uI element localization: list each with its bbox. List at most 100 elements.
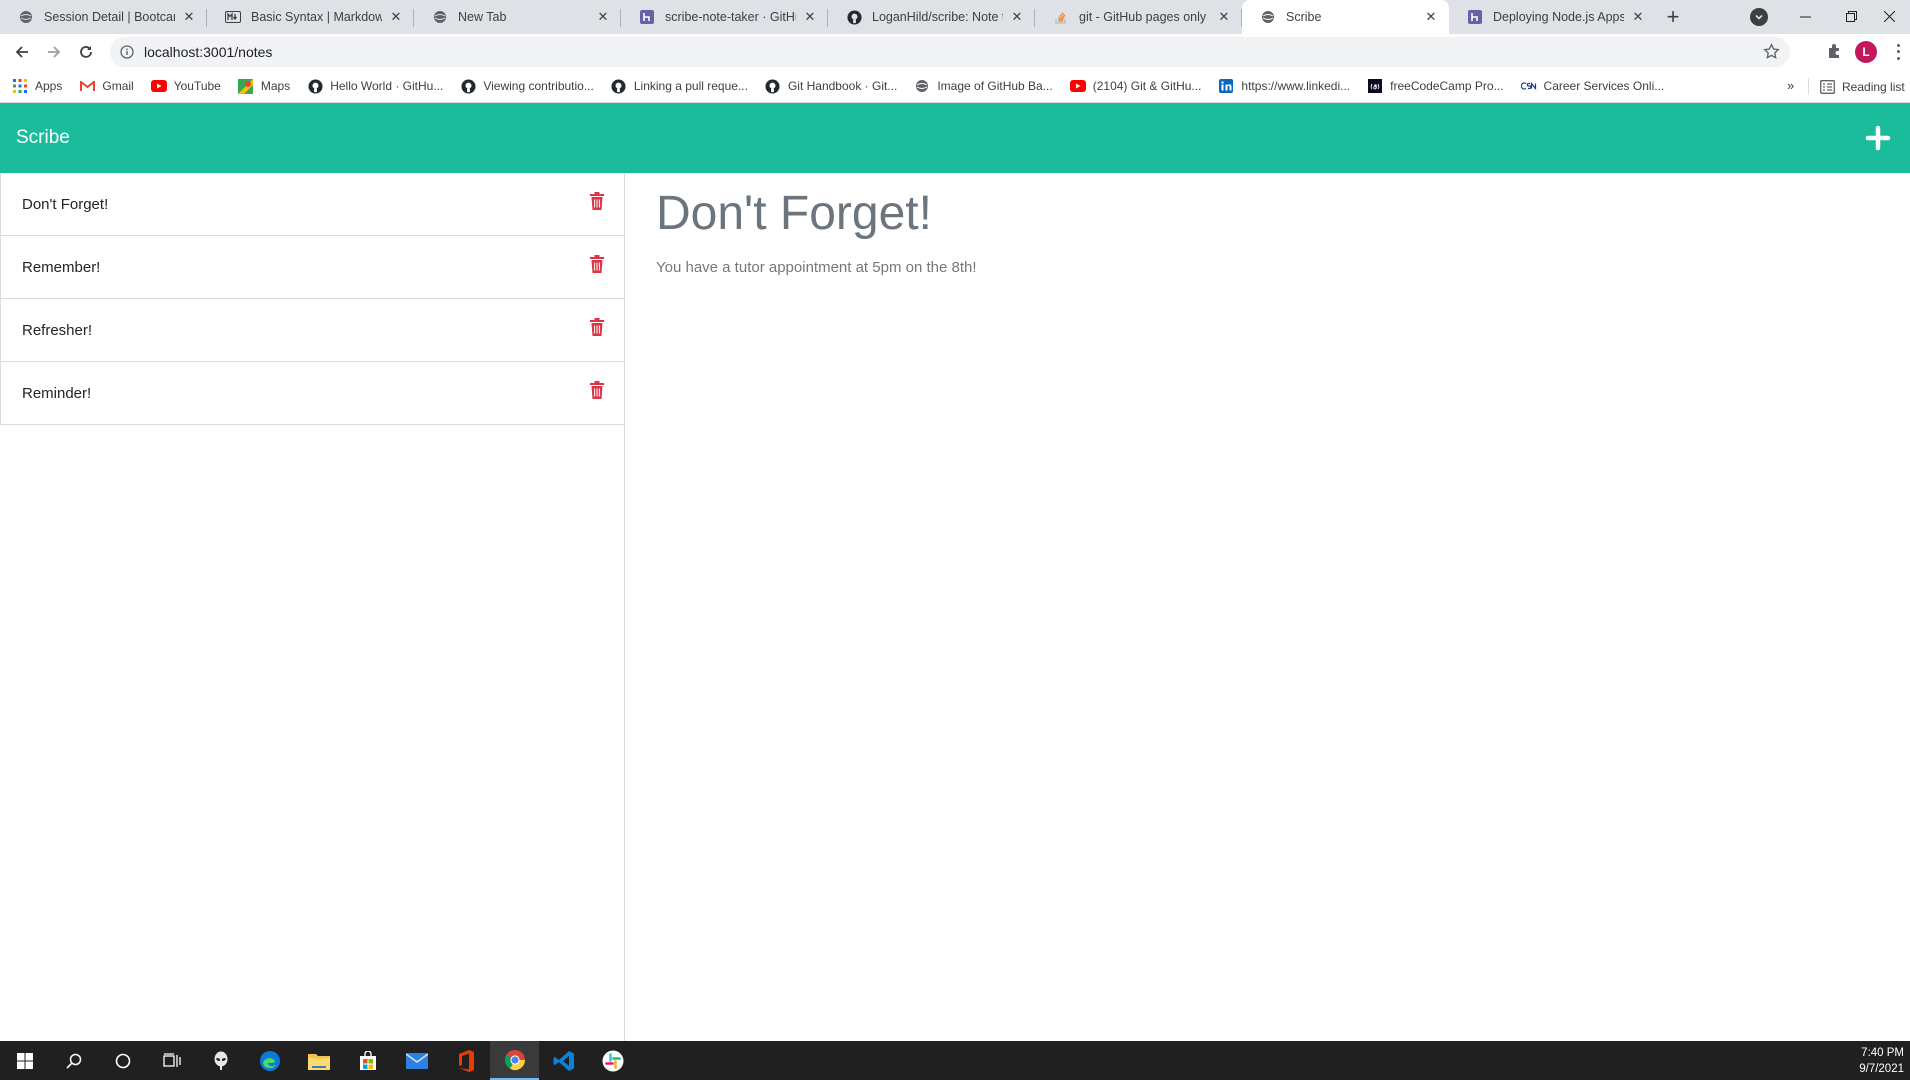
alien-icon	[214, 1051, 227, 1070]
app-title[interactable]: Scribe	[16, 127, 70, 149]
trash-icon[interactable]	[590, 192, 604, 210]
heroku-icon	[1467, 9, 1483, 25]
bookmark-image-github[interactable]: Image of GitHub Ba...	[914, 78, 1053, 94]
tab-strip: Session Detail | Bootcamp Spot ✕ Basic S…	[0, 0, 1910, 34]
note-title: Refresher!	[22, 321, 93, 339]
chevron-double-right-icon[interactable]: »	[1787, 78, 1794, 93]
system-clock[interactable]: 7:40 PM 9/7/2021	[1859, 1045, 1904, 1077]
github-icon	[611, 78, 627, 94]
bookmark-viewing-contributions[interactable]: Viewing contributio...	[460, 78, 594, 94]
close-icon[interactable]: ✕	[1009, 9, 1025, 25]
bookmarks-bar: Apps Gmail YouTube Maps Hello World · Gi…	[0, 70, 1910, 103]
tab-search-button[interactable]	[1750, 8, 1768, 26]
taskbar-app-slack[interactable]	[588, 1041, 637, 1080]
close-icon[interactable]: ✕	[181, 9, 197, 25]
close-icon[interactable]: ✕	[1216, 9, 1232, 25]
store-bag-icon	[359, 1050, 376, 1070]
taskbar-app-vscode[interactable]	[539, 1041, 588, 1080]
bookmark-freecodecamp[interactable]: freeCodeCamp Pro...	[1367, 78, 1504, 94]
note-title: Don't Forget!	[22, 195, 109, 213]
close-icon[interactable]: ✕	[388, 9, 404, 25]
github-icon	[307, 78, 323, 94]
bookmark-maps[interactable]: Maps	[238, 78, 290, 94]
github-icon	[460, 78, 476, 94]
list-item[interactable]: Remember!	[0, 236, 624, 299]
chrome-icon	[504, 1049, 525, 1070]
close-icon[interactable]: ✕	[595, 9, 611, 25]
close-icon[interactable]: ✕	[1423, 9, 1439, 25]
reading-list-button[interactable]: Reading list	[1820, 70, 1905, 103]
forward-button[interactable]	[38, 36, 70, 68]
tab-session-detail[interactable]: Session Detail | Bootcamp Spot ✕	[0, 0, 207, 34]
trash-icon[interactable]	[590, 381, 604, 399]
windows-taskbar: 7:40 PM 9/7/2021	[0, 1041, 1910, 1080]
note-title: Remember!	[22, 258, 101, 276]
plus-icon: +	[1666, 4, 1680, 29]
tab-deploying-node[interactable]: Deploying Node.js Apps on Heroku ✕	[1449, 0, 1656, 34]
taskbar-app-chrome[interactable]	[490, 1041, 539, 1080]
tab-markdown-guide[interactable]: Basic Syntax | Markdown Guide ✕	[207, 0, 414, 34]
list-item[interactable]: Reminder!	[0, 362, 624, 425]
note-title-input[interactable]: Don't Forget!	[656, 185, 1880, 243]
address-bar[interactable]: localhost:3001/notes	[110, 37, 1790, 67]
arrow-left-icon	[15, 46, 28, 58]
reload-button[interactable]	[70, 36, 102, 68]
tab-new-tab[interactable]: New Tab ✕	[414, 0, 621, 34]
taskbar-app-edge[interactable]	[245, 1041, 294, 1080]
list-item[interactable]: Refresher!	[0, 299, 624, 362]
bookmark-hello-world[interactable]: Hello World · GitHu...	[307, 78, 443, 94]
bookmark-label: Image of GitHub Ba...	[937, 79, 1053, 93]
bookmark-gmail[interactable]: Gmail	[79, 78, 134, 94]
note-text-area[interactable]: You have a tutor appointment at 5pm on t…	[656, 259, 1880, 276]
bookmark-apps[interactable]: Apps	[12, 78, 62, 94]
taskbar-app-alien[interactable]	[196, 1041, 245, 1080]
menu-dot	[1896, 57, 1900, 61]
profile-avatar[interactable]: L	[1855, 41, 1877, 63]
bookmark-linkedin[interactable]: https://www.linkedi...	[1218, 78, 1350, 94]
note-editor: Don't Forget! You have a tutor appointme…	[626, 173, 1910, 1041]
minimize-button[interactable]	[1782, 0, 1828, 32]
vscode-icon	[553, 1050, 574, 1071]
close-icon[interactable]: ✕	[1630, 9, 1646, 25]
bookmark-label: (2104) Git & GitHu...	[1092, 79, 1202, 93]
start-button[interactable]	[0, 1041, 49, 1080]
menu-dot	[1896, 50, 1900, 54]
github-icon	[846, 9, 862, 25]
new-tab-button[interactable]: +	[1656, 0, 1690, 34]
bookmark-youtube[interactable]: YouTube	[150, 78, 221, 94]
taskbar-app-file-explorer[interactable]	[294, 1041, 343, 1080]
bookmark-git-handbook[interactable]: Git Handbook · Git...	[765, 78, 897, 94]
tab-scribe[interactable]: Scribe ✕	[1242, 0, 1449, 34]
tab-scribe-note-taker[interactable]: scribe-note-taker · GitHub ✕	[621, 0, 828, 34]
tab-title: New Tab	[458, 10, 507, 24]
cortana-button[interactable]	[98, 1041, 147, 1080]
star-icon[interactable]	[1763, 43, 1780, 60]
taskbar-app-mail[interactable]	[392, 1041, 441, 1080]
browser-toolbar: localhost:3001/notes	[0, 34, 1910, 70]
puzzle-icon[interactable]	[1826, 42, 1844, 60]
list-item[interactable]: Don't Forget!	[0, 173, 624, 236]
close-icon[interactable]: ✕	[802, 9, 818, 25]
trash-icon[interactable]	[590, 318, 604, 336]
search-button[interactable]	[49, 1041, 98, 1080]
browser-menu-button[interactable]	[1893, 42, 1903, 62]
trash-icon[interactable]	[590, 255, 604, 273]
gmail-icon	[79, 78, 95, 94]
github-icon	[765, 78, 781, 94]
taskbar-app-office[interactable]	[441, 1041, 490, 1080]
bookmark-career-services[interactable]: Career Services Onli...	[1520, 78, 1664, 94]
minimize-icon	[1799, 16, 1811, 17]
plus-icon[interactable]	[1864, 124, 1892, 152]
task-view-button[interactable]	[147, 1041, 196, 1080]
reading-list-icon	[1820, 79, 1835, 94]
tab-stackoverflow[interactable]: git - GitHub pages only shows ✕	[1035, 0, 1242, 34]
taskbar-app-store[interactable]	[343, 1041, 392, 1080]
info-icon[interactable]	[118, 43, 136, 61]
globe-icon	[432, 9, 448, 25]
bookmark-git-github-video[interactable]: (2104) Git & GitHu...	[1069, 78, 1202, 94]
close-window-button[interactable]	[1866, 0, 1910, 32]
edge-icon	[259, 1050, 280, 1071]
bookmark-linking-pull-request[interactable]: Linking a pull reque...	[611, 78, 748, 94]
tab-github-scribe[interactable]: LoganHild/scribe: Note taker ✕	[828, 0, 1035, 34]
back-button[interactable]	[6, 36, 38, 68]
